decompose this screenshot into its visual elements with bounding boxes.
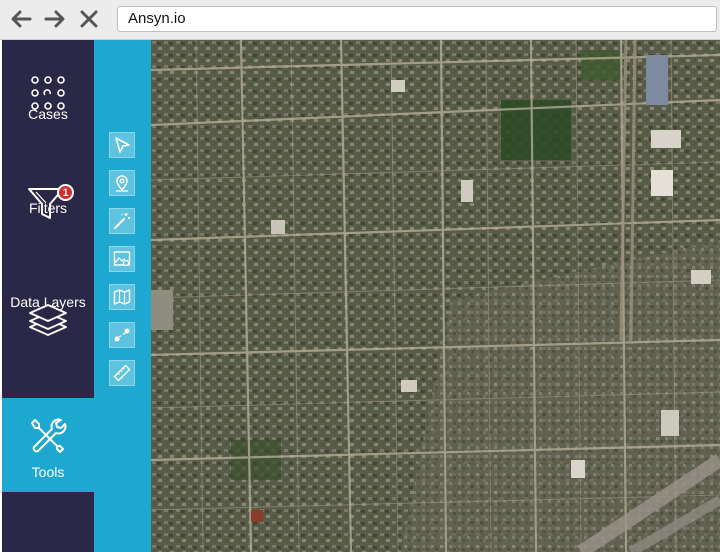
measure-points-icon[interactable] [109,322,135,348]
dots-grid-icon [31,76,65,110]
image-settings-icon[interactable] [109,246,135,272]
wrench-screwdriver-icon [31,418,67,453]
sidebar: Cases 1 Filters Data Layers Tools [2,40,94,552]
arrow-right-icon[interactable] [42,6,68,32]
sidebar-item-tools[interactable]: Tools [2,398,94,492]
sidebar-item-label: Tools [31,464,65,480]
notification-badge: 1 [57,184,74,201]
magic-wand-icon[interactable] [109,208,135,234]
ruler-icon[interactable] [109,360,135,386]
layers-icon [29,304,67,336]
location-pin-icon[interactable] [109,170,135,196]
sidebar-item-data-layers[interactable]: Data Layers [2,228,94,336]
arrow-left-icon[interactable] [8,6,34,32]
satellite-map[interactable] [151,40,720,552]
tools-panel [94,40,151,552]
sidebar-item-cases[interactable]: Cases [2,40,94,134]
close-icon[interactable] [76,6,102,32]
map-icon[interactable] [109,284,135,310]
satellite-map-image [151,40,720,552]
browser-toolbar: Ansyn.io [0,0,720,40]
pointer-icon[interactable] [109,132,135,158]
sidebar-item-filters[interactable]: 1 Filters [2,134,94,228]
address-bar[interactable]: Ansyn.io [117,6,717,32]
